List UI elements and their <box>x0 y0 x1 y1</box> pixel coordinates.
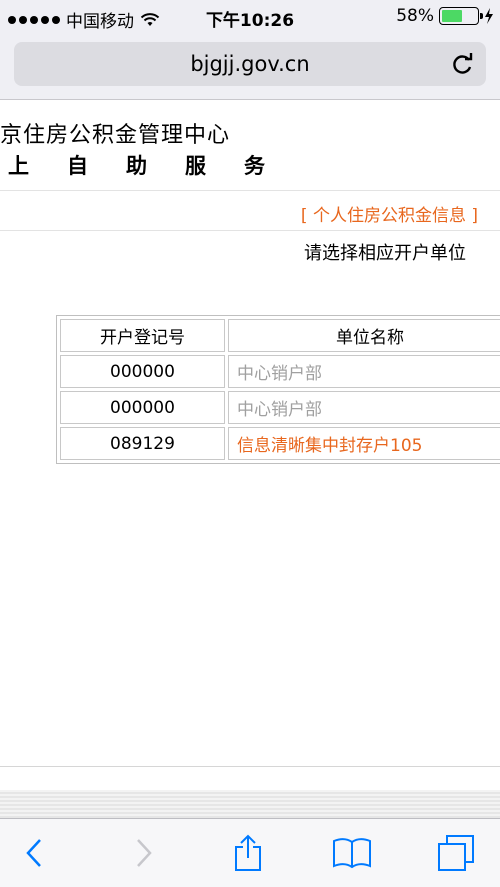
divider <box>0 230 500 231</box>
reg-no-cell: 000000 <box>60 391 225 424</box>
url-text[interactable]: bjgjj.gov.cn <box>14 52 486 76</box>
unit-name-link[interactable]: 信息清晰集中封存户105 <box>228 427 500 460</box>
battery-icon <box>439 7 483 25</box>
back-button[interactable] <box>12 831 56 875</box>
status-bar: 中国移动 下午10:26 58% <box>0 0 500 34</box>
page-footer-band <box>0 790 500 820</box>
browser-toolbar <box>0 818 500 887</box>
reload-icon[interactable] <box>452 52 474 76</box>
divider <box>0 766 500 767</box>
table-row[interactable]: 089129 信息清晰集中封存户105 <box>60 427 500 460</box>
bookmarks-button[interactable] <box>330 831 374 875</box>
section-title: [ 个人住房公积金信息 ] <box>300 206 478 226</box>
address-bar[interactable]: bjgjj.gov.cn <box>14 42 486 86</box>
battery-percent: 58% <box>396 6 434 26</box>
table-header-row: 开户登记号 单位名称 <box>60 319 500 352</box>
back-icon <box>26 839 41 867</box>
unit-name-cell: 中心销户部 <box>228 355 500 388</box>
unit-table: 开户登记号 单位名称 000000 中心销户部 000000 中心销户部 089… <box>56 315 500 464</box>
share-icon <box>235 834 261 871</box>
column-header-reg-no: 开户登记号 <box>60 319 225 352</box>
select-unit-prompt: 请选择相应开户单位 <box>304 243 466 264</box>
charging-bolt-icon <box>485 8 493 24</box>
tabs-button[interactable] <box>434 831 478 875</box>
divider <box>0 190 500 191</box>
site-subtitle: 上自助服务 <box>8 153 303 178</box>
bookmarks-icon <box>333 838 371 869</box>
table-row[interactable]: 000000 中心销户部 <box>60 391 500 424</box>
site-title: 京住房公积金管理中心 <box>0 123 231 148</box>
reg-no-cell: 089129 <box>60 427 225 460</box>
table-row[interactable]: 000000 中心销户部 <box>60 355 500 388</box>
reg-no-cell: 000000 <box>60 355 225 388</box>
column-header-unit-name: 单位名称 <box>228 319 500 352</box>
forward-icon <box>137 839 152 867</box>
forward-button[interactable] <box>122 831 166 875</box>
unit-name-cell: 中心销户部 <box>228 391 500 424</box>
share-button[interactable] <box>226 831 270 875</box>
battery-group: 58% <box>396 6 494 26</box>
browser-chrome: bjgjj.gov.cn <box>0 34 500 100</box>
tabs-icon <box>438 835 474 871</box>
